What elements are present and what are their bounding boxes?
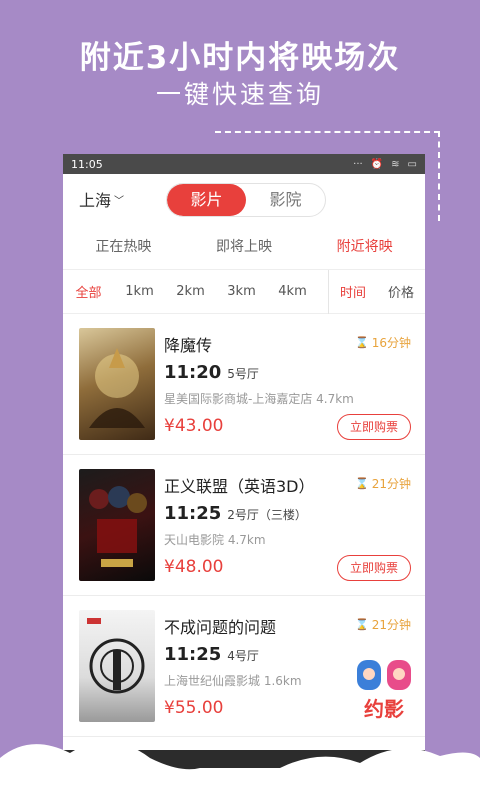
decorative-dashed-line [215,131,440,133]
countdown-text: 16分钟 [371,336,411,350]
wifi-icon: ≋ [391,158,400,170]
movie-poster[interactable] [79,469,155,581]
phone-screen: 11:05 ··· ⏰ ≋ ▭ 上海 ﹀ 影片 影院 正在热映 即将上映 附近将… [63,154,425,800]
showtime: 11:25 4号厅 [164,644,259,665]
movie-title: 降魔传 [164,336,213,355]
start-time: 11:20 [164,362,222,383]
movie-poster[interactable] [79,610,155,722]
price: ¥48.00 [164,557,224,577]
distance-filter: 全部 1km 2km 3km 4km [63,282,318,301]
status-bar: 11:05 ··· ⏰ ≋ ▭ [63,154,425,174]
sort-options: 时间 价格 [329,282,425,301]
poster-art [89,348,145,428]
filter-2km[interactable]: 2km [165,284,216,299]
app-logo: 约影 [353,654,415,726]
list-item[interactable]: 不成问题的问题 ⌛ 21分钟 11:25 4号厅 上海世纪仙霞影城 1.6km … [63,596,425,737]
hall-name: 2号厅（三楼） [227,508,307,522]
logo-text: 约影 [364,697,404,721]
countdown: ⌛ 21分钟 [355,616,411,633]
hourglass-icon: ⌛ [355,477,369,490]
top-bar: 上海 ﹀ 影片 影院 [63,174,425,224]
segment-control: 影片 影院 [166,183,326,217]
countdown: ⌛ 16分钟 [355,334,411,351]
showtime: 11:20 5号厅 [164,362,259,383]
showtime: 11:25 2号厅（三楼） [164,503,307,524]
movie-title: 正义联盟（英语3D） [164,477,315,496]
countdown: ⌛ 21分钟 [355,475,411,492]
poster-art [89,486,147,567]
city-selector[interactable]: 上海 ﹀ [79,187,124,211]
list-item[interactable]: 降魔传 ⌛ 16分钟 11:20 5号厅 星美国际影商城-上海嘉定店 4.7km… [63,314,425,455]
start-time: 11:25 [164,644,222,665]
price: ¥55.00 [164,698,224,718]
signal-icon: ··· [353,158,363,170]
poster-art [87,618,145,694]
filter-3km[interactable]: 3km [216,284,267,299]
status-time: 11:05 [71,157,103,171]
hall-name: 4号厅 [227,649,259,663]
cloud-decoration [0,741,480,800]
hourglass-icon: ⌛ [355,336,369,349]
sort-time[interactable]: 时间 [340,282,366,301]
cinema-info: 星美国际影商城-上海嘉定店 4.7km [164,392,354,406]
city-label: 上海 [79,191,112,210]
status-icons: ··· ⏰ ≋ ▭ [353,159,417,170]
filter-1km[interactable]: 1km [114,284,165,299]
tab-coming-soon[interactable]: 即将上映 [184,224,305,270]
promo-title: 附近3小时内将映场次 [79,40,401,76]
cinema-info: 天山电影院 4.7km [164,533,266,547]
promo-subtitle: 一键快速查询 [155,80,324,109]
decorative-dashed-line-vertical [438,131,440,221]
list-item[interactable]: 正义联盟（英语3D） ⌛ 21分钟 11:25 2号厅（三楼） 天山电影院 4.… [63,455,425,596]
countdown-text: 21分钟 [371,477,411,491]
showtime-list: 降魔传 ⌛ 16分钟 11:20 5号厅 星美国际影商城-上海嘉定店 4.7km… [63,314,425,737]
movie-title: 不成问题的问题 [164,618,277,637]
battery-icon: ▭ [407,158,417,170]
tab-nearby[interactable]: 附近将映 [304,224,425,270]
hall-name: 5号厅 [227,367,259,381]
buy-button[interactable]: 立即购票 [337,414,411,440]
cinema-info: 上海世纪仙霞影城 1.6km [164,674,302,688]
price: ¥43.00 [164,416,224,436]
sort-price[interactable]: 价格 [388,282,414,301]
logo-icon: 约影 [357,660,411,721]
filter-4km[interactable]: 4km [267,284,318,299]
movie-poster[interactable] [79,328,155,440]
filter-bar: 全部 1km 2km 3km 4km 时间 价格 [63,269,425,314]
tab-bar: 正在热映 即将上映 附近将映 [63,224,425,270]
hourglass-icon: ⌛ [355,618,369,631]
filter-all[interactable]: 全部 [63,282,114,301]
countdown-text: 21分钟 [371,618,411,632]
buy-button[interactable]: 立即购票 [337,555,411,581]
segment-cinemas[interactable]: 影院 [246,184,325,216]
tab-now-showing[interactable]: 正在热映 [63,224,184,270]
chevron-down-icon: ﹀ [114,195,125,207]
segment-movies[interactable]: 影片 [167,184,246,216]
alarm-icon: ⏰ [370,158,384,170]
start-time: 11:25 [164,503,222,524]
